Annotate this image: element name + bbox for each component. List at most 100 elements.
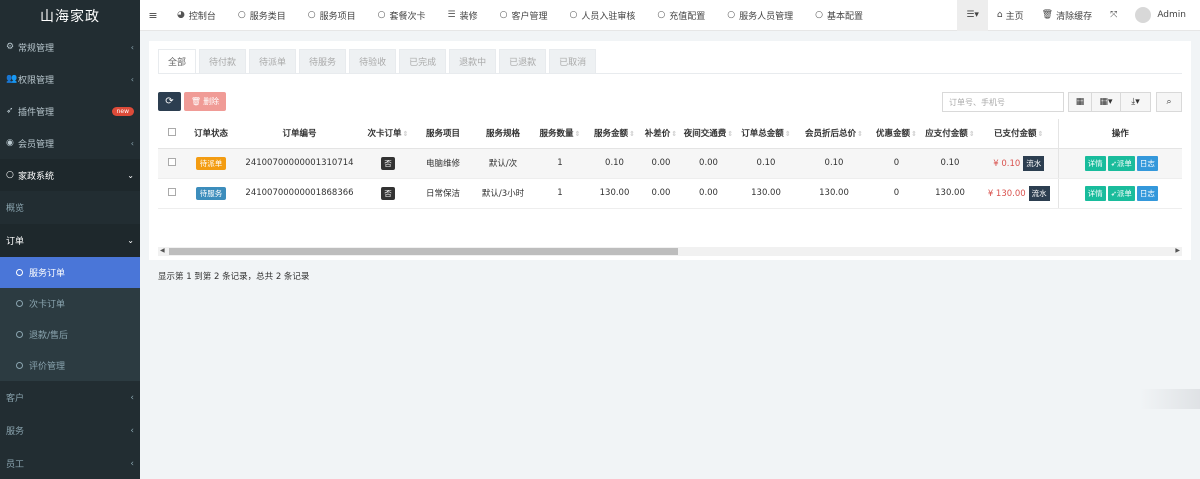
col-header[interactable]: 服务数量⇕ xyxy=(533,119,587,149)
dispatch-button[interactable]: ➶派单 xyxy=(1107,185,1135,201)
menu-toggle-icon[interactable]: ≡ xyxy=(140,9,166,22)
sidebar-item-services[interactable]: 服务 ‹ xyxy=(0,414,140,447)
layout-dropdown[interactable]: ☰▾ xyxy=(957,0,988,31)
sidebar-item-permissions[interactable]: 👥 权限管理 ‹ xyxy=(0,63,140,95)
sidebar-item-plugins[interactable]: ➶ 插件管理 new xyxy=(0,95,140,127)
flow-button[interactable]: 流水 xyxy=(1028,185,1050,201)
scroll-right-icon[interactable]: ▶ xyxy=(1175,247,1180,254)
tab-pending-dispatch[interactable]: 待派单 xyxy=(249,49,297,74)
topnav-customers[interactable]: ○ 客户管理 xyxy=(489,9,559,22)
sidebar-sub-reviews[interactable]: 评价管理 xyxy=(0,350,140,381)
sidebar-item-members[interactable]: ◉ 会员管理 ‹ xyxy=(0,127,140,159)
sort-icon[interactable]: ⇕ xyxy=(629,130,635,138)
tab-pending-service[interactable]: 待服务 xyxy=(299,49,347,74)
sidebar-item-customers[interactable]: 客户 ‹ xyxy=(0,381,140,414)
fullscreen-icon[interactable]: ⤧ xyxy=(1101,0,1126,31)
sidebar-sub-card-orders[interactable]: 次卡订单 xyxy=(0,288,140,319)
log-button[interactable]: 日志 xyxy=(1136,185,1158,201)
topnav-package-card[interactable]: ○ 套餐次卡 xyxy=(367,9,437,22)
search-input[interactable] xyxy=(942,92,1064,112)
sidebar-item-label: 订单 xyxy=(6,237,25,247)
sort-icon[interactable]: ⇕ xyxy=(785,130,791,138)
delete-button[interactable]: 🗑 删除 xyxy=(184,92,226,111)
col-header[interactable]: 应支付金额⇕ xyxy=(920,119,980,149)
sidebar-item-label: 家政系统 xyxy=(18,171,55,182)
select-all-checkbox[interactable] xyxy=(158,119,186,149)
sidebar-sub-service-orders[interactable]: 服务订单 xyxy=(0,257,140,288)
sidebar-item-general[interactable]: ⚙ 常规管理 ‹ xyxy=(0,31,140,63)
topnav-basic-config[interactable]: ○ 基本配置 xyxy=(804,9,874,22)
tab-refunded[interactable]: 已退款 xyxy=(499,49,547,74)
clear-cache-button[interactable]: 🗑 清除缓存 xyxy=(1033,0,1101,31)
col-header[interactable]: 优惠金额⇕ xyxy=(873,119,920,149)
row-checkbox[interactable] xyxy=(158,148,186,179)
detail-button[interactable]: 详情 xyxy=(1084,155,1106,171)
sidebar-item-staff[interactable]: 员工 ‹ xyxy=(0,447,140,479)
spec-cell: 默认/3小时 xyxy=(473,178,533,209)
col-header[interactable]: 已支付金额⇕ xyxy=(980,119,1058,149)
export-button[interactable]: ⤓▾ xyxy=(1120,92,1151,112)
sort-icon[interactable]: ⇕ xyxy=(1038,130,1044,138)
tab-completed[interactable]: 已完成 xyxy=(399,49,447,74)
topnav-staff-review[interactable]: ○ 人员入驻审核 xyxy=(558,9,646,22)
col-header[interactable]: 补差价⇕ xyxy=(642,119,680,149)
sidebar-sub-refunds[interactable]: 退款/售后 xyxy=(0,319,140,350)
home-link[interactable]: ⌂ 主页 xyxy=(988,0,1033,31)
sort-icon[interactable]: ⇕ xyxy=(857,130,863,138)
col-header[interactable]: 服务金额⇕ xyxy=(587,119,642,149)
tab-cancelled[interactable]: 已取消 xyxy=(549,49,597,74)
col-header[interactable]: 会员折后总价⇕ xyxy=(795,119,873,149)
circle-icon: ○ xyxy=(657,10,666,20)
refresh-button[interactable]: ⟳ xyxy=(158,92,181,111)
topnav-decoration[interactable]: ☰ 装修 xyxy=(437,9,489,22)
col-header[interactable]: 订单编号 xyxy=(236,119,363,149)
topnav-service-items[interactable]: ○ 服务项目 xyxy=(297,9,367,22)
col-header[interactable]: 次卡订单⇕ xyxy=(363,119,413,149)
topnav-dashboard[interactable]: ◕ 控制台 xyxy=(166,9,227,22)
sidebar-item-housekeeping[interactable]: ○ 家政系统 ⌄ xyxy=(0,159,140,191)
tab-refunding[interactable]: 退款中 xyxy=(449,49,497,74)
log-button[interactable]: 日志 xyxy=(1136,155,1158,171)
sidebar-item-overview[interactable]: 概览 xyxy=(0,191,140,224)
total-cell: 0.10 xyxy=(737,148,795,179)
dispatch-button[interactable]: ➶派单 xyxy=(1107,155,1135,171)
table-row[interactable]: 待派单 24100700000001310714 否 电脑维修 默认/次 1 0… xyxy=(158,148,1182,179)
brand-logo[interactable]: 山海家政 xyxy=(0,0,140,31)
col-header[interactable]: 夜间交通费⇕ xyxy=(680,119,737,149)
new-badge: new xyxy=(111,106,134,116)
tab-pending-acceptance[interactable]: 待验收 xyxy=(349,49,397,74)
sort-icon[interactable]: ⇕ xyxy=(727,130,733,138)
rocket-icon: ➶ xyxy=(6,106,14,116)
table-row[interactable]: 待服务 24100700000001868366 否 日常保洁 默认/3小时 1… xyxy=(158,178,1182,209)
view-tools: ▦ ▦▾ ⤓▾ xyxy=(1068,92,1151,112)
col-header[interactable]: 订单总金额⇕ xyxy=(737,119,795,149)
detail-button[interactable]: 详情 xyxy=(1084,185,1106,201)
scrollbar-thumb[interactable] xyxy=(169,248,678,255)
order-no: 24100700000001310714 xyxy=(236,148,363,179)
chevron-left-icon: ‹ xyxy=(130,425,134,436)
scroll-left-icon[interactable]: ◀ xyxy=(160,247,165,254)
sort-icon[interactable]: ⇕ xyxy=(911,130,917,138)
flow-button[interactable]: 流水 xyxy=(1023,155,1045,171)
sort-icon[interactable]: ⇕ xyxy=(671,130,677,138)
tab-pending-payment[interactable]: 待付款 xyxy=(199,49,247,74)
horizontal-scrollbar[interactable]: ◀ ▶ xyxy=(158,247,1182,256)
topnav-service-category[interactable]: ○ 服务类目 xyxy=(227,9,297,22)
topnav-staff-manage[interactable]: ○ 服务人员管理 xyxy=(716,9,804,22)
sort-icon[interactable]: ⇕ xyxy=(575,130,581,138)
topnav-recharge[interactable]: ○ 充值配置 xyxy=(646,9,716,22)
sort-icon[interactable]: ⇕ xyxy=(403,130,409,138)
top-nav: ◕ 控制台 ○ 服务类目 ○ 服务项目 ○ 套餐次卡 ☰ 装修 ○ 客户管理 ○ 人员入驻审核… xyxy=(166,9,874,22)
tab-all[interactable]: 全部 xyxy=(158,49,197,74)
user-circle-icon: ◉ xyxy=(6,138,14,148)
user-menu[interactable]: Admin xyxy=(1126,0,1200,31)
home-label: 主页 xyxy=(1005,11,1024,22)
toggle-view-button[interactable]: ▦ xyxy=(1068,92,1092,112)
sort-icon[interactable]: ⇕ xyxy=(969,130,975,138)
row-checkbox[interactable] xyxy=(158,178,186,209)
clear-cache-label: 清除缓存 xyxy=(1056,11,1093,22)
discount-cell: 0 xyxy=(873,178,920,209)
sidebar-item-orders[interactable]: 订单 ⌄ xyxy=(0,224,140,257)
search-button[interactable]: ⌕ xyxy=(1156,92,1182,112)
columns-button[interactable]: ▦▾ xyxy=(1091,92,1121,112)
